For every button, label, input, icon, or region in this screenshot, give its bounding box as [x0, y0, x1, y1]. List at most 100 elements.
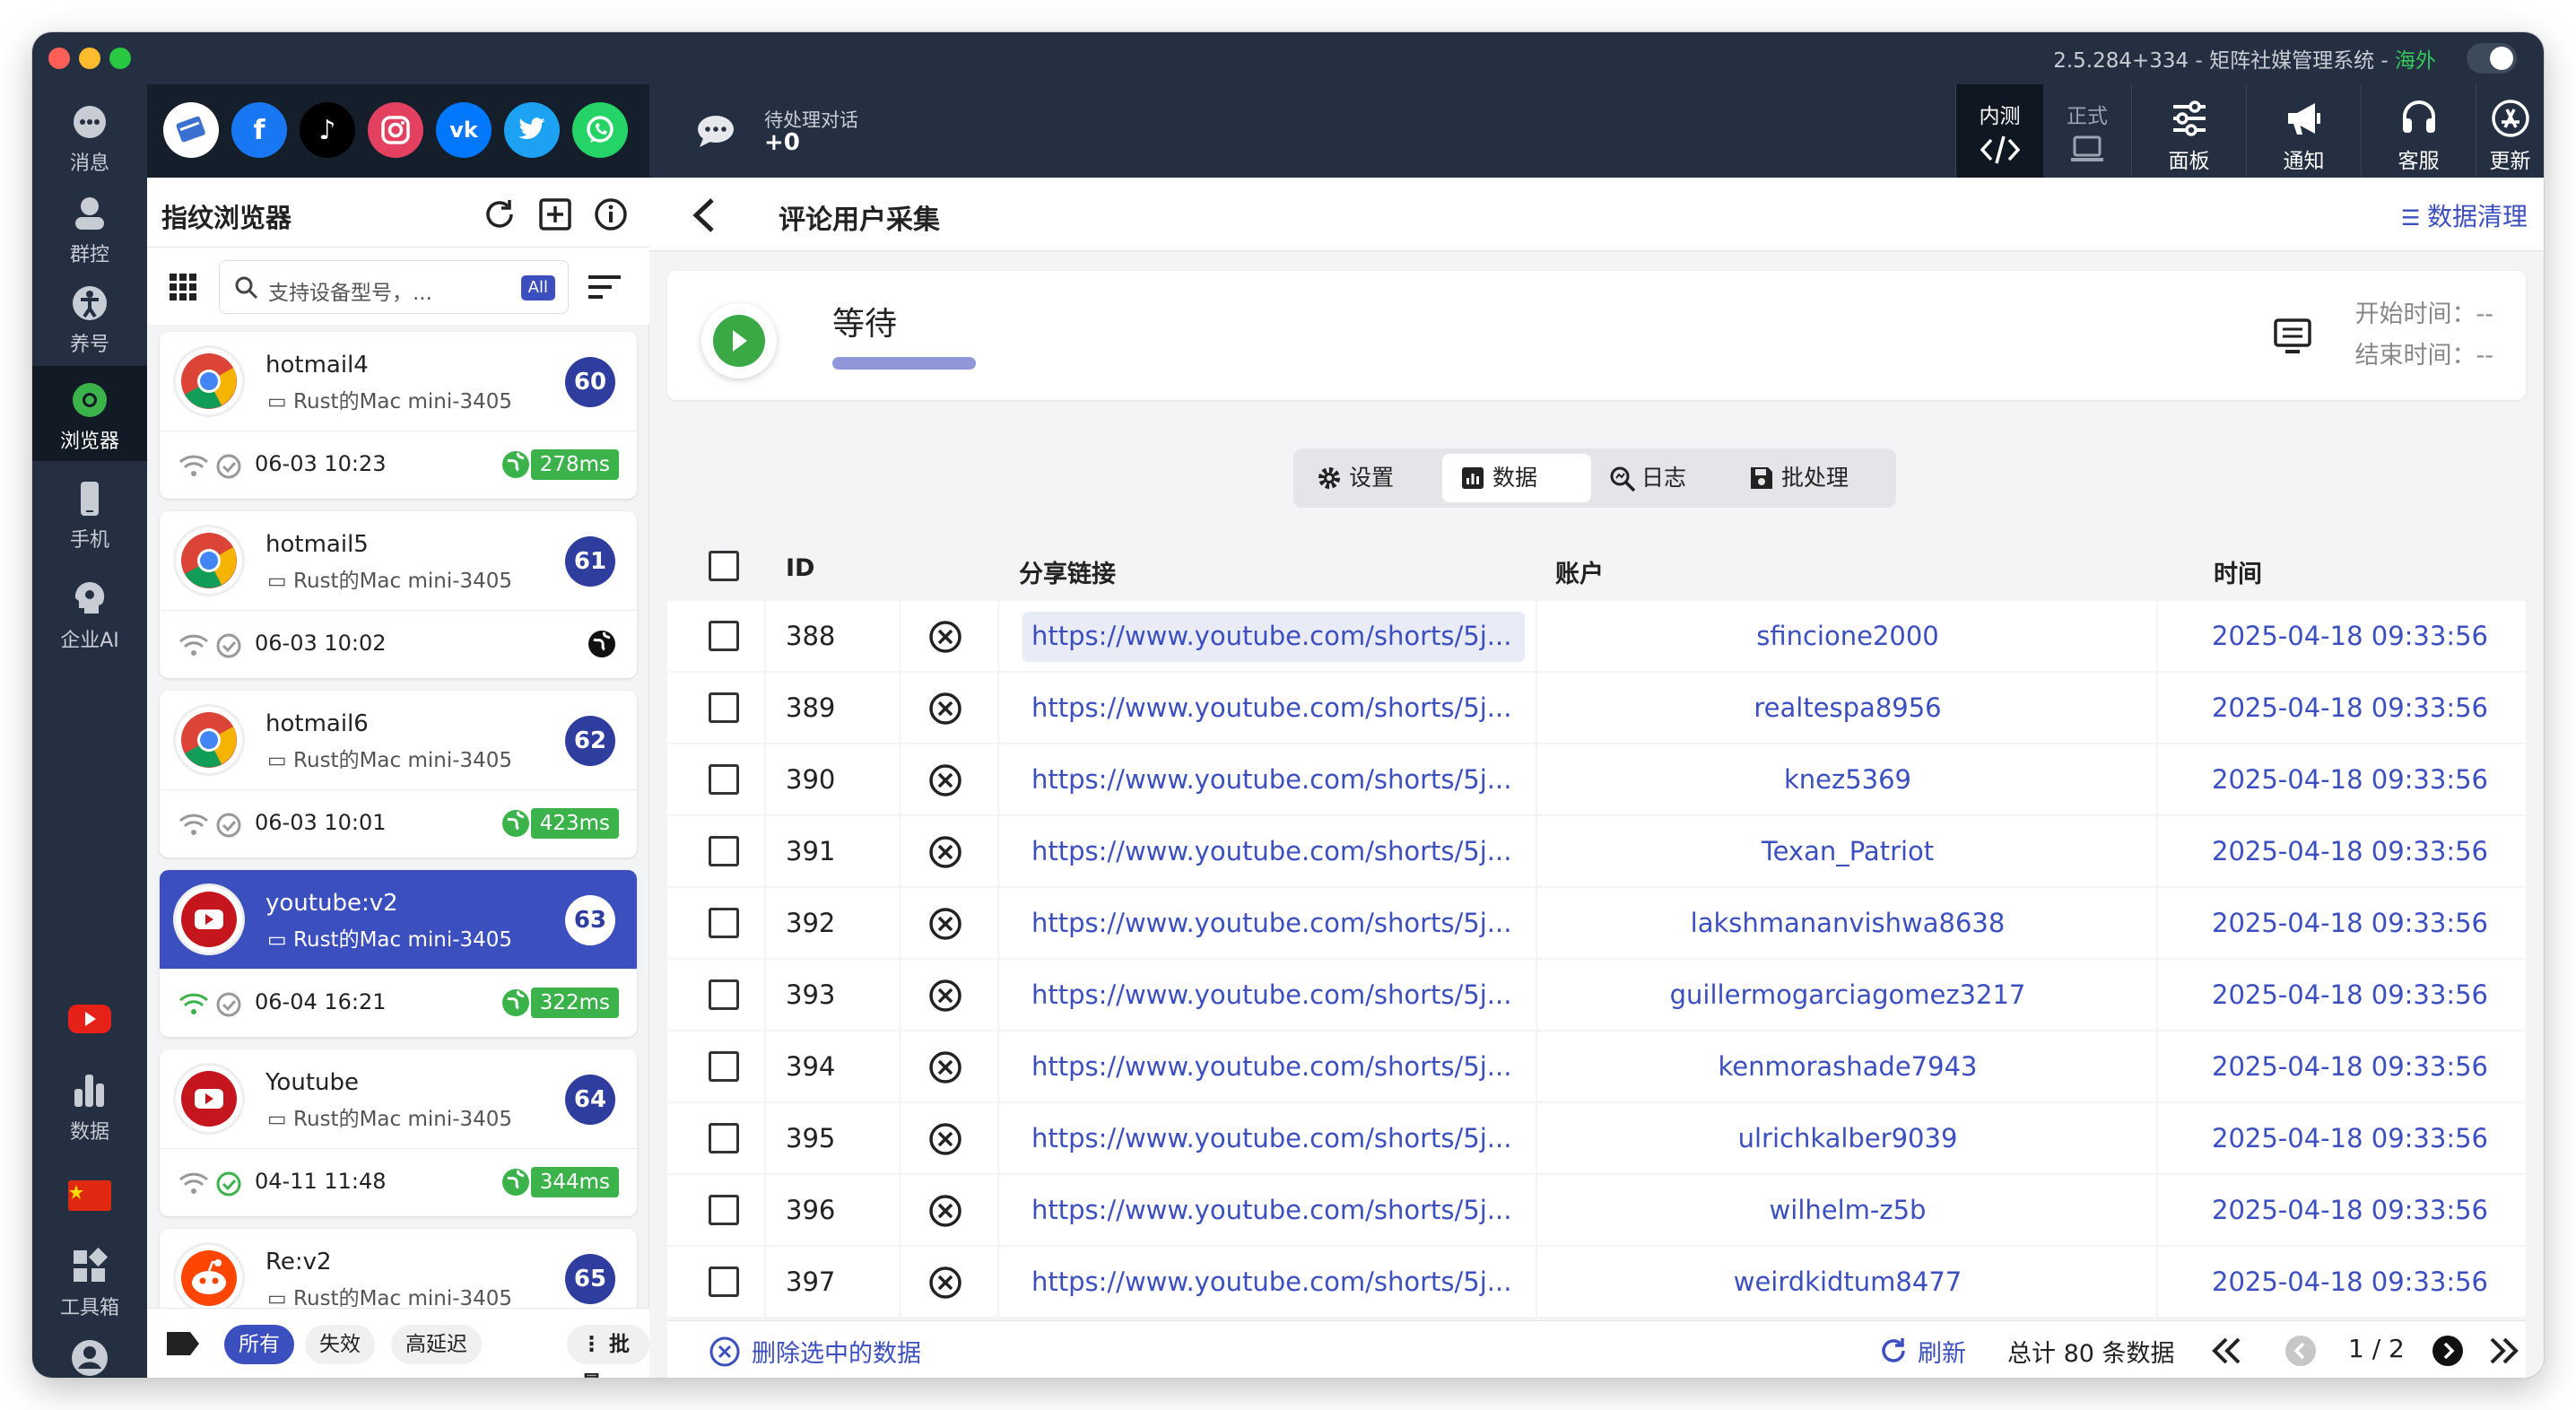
row-checkbox[interactable]: [709, 1195, 739, 1225]
tab-data[interactable]: 数据: [1442, 454, 1591, 502]
column-header-time[interactable]: 时间: [2214, 554, 2262, 589]
sidebar-item-messages[interactable]: 消息: [32, 102, 147, 176]
update-button[interactable]: 更新: [2476, 84, 2544, 178]
row-share-link[interactable]: https://www.youtube.com/shorts/5j...: [1031, 1195, 1511, 1225]
close-circle-icon[interactable]: [927, 619, 963, 655]
back-arrow-icon[interactable]: [689, 197, 721, 233]
row-checkbox[interactable]: [709, 1266, 739, 1297]
grid-icon[interactable]: [169, 273, 197, 301]
sidebar-item-toolbox[interactable]: 工具箱: [32, 1247, 147, 1320]
close-circle-icon[interactable]: [927, 762, 963, 798]
instagram-icon[interactable]: [368, 102, 423, 158]
row-checkbox[interactable]: [709, 621, 739, 651]
sidebar-item-data[interactable]: 数据: [32, 1071, 147, 1145]
table-row[interactable]: lakshmananvishwa8638 392 https://www.youtu…: [667, 888, 2526, 960]
row-share-link[interactable]: https://www.youtube.com/shorts/5j...: [1031, 908, 1511, 938]
row-share-link[interactable]: https://www.youtube.com/shorts/5j...: [1031, 1051, 1511, 1082]
whatsapp-icon[interactable]: [572, 102, 628, 158]
filter-high-latency-chip[interactable]: 高延迟: [391, 1325, 482, 1364]
sidebar-item-browser[interactable]: 浏览器: [32, 366, 147, 461]
table-row[interactable]: realtespa8956 389 https://www.youtube.com/…: [667, 673, 2526, 744]
refresh-button[interactable]: 刷新: [1918, 1334, 1966, 1369]
env-internal-button[interactable]: 内测: [1955, 84, 2043, 178]
row-account[interactable]: realtespa8956: [1537, 692, 2158, 723]
column-header-account[interactable]: 账户: [1555, 554, 1604, 589]
search-scope-badge[interactable]: All: [520, 275, 555, 300]
sidebar-item-youtube[interactable]: [32, 999, 147, 1044]
browser-platform-icon[interactable]: [163, 102, 219, 158]
first-page-icon[interactable]: [2210, 1336, 2242, 1366]
row-account[interactable]: sfincione2000: [1537, 621, 2158, 651]
last-page-icon[interactable]: [2488, 1336, 2520, 1366]
play-button[interactable]: [701, 303, 777, 379]
browser-card[interactable]: Re:v2 ▭ Rust的Mac mini-3405 65: [160, 1229, 637, 1317]
notify-button[interactable]: 通知: [2246, 84, 2361, 178]
row-account[interactable]: Texan_Patriot: [1537, 836, 2158, 866]
sort-icon[interactable]: [587, 273, 622, 301]
browser-card[interactable]: hotmail4 ▭ Rust的Mac mini-3405 60 06-03 1…: [160, 332, 637, 499]
filter-invalid-chip[interactable]: 失效: [305, 1325, 375, 1364]
sidebar-item-group-control[interactable]: 群控: [32, 194, 147, 267]
close-circle-icon[interactable]: [927, 1121, 963, 1157]
table-row[interactable]: ulrichkalber9039 395 https://www.youtube.c…: [667, 1103, 2526, 1175]
tiktok-icon[interactable]: ♪: [300, 102, 355, 158]
row-share-link[interactable]: https://www.youtube.com/shorts/5j...: [1031, 1123, 1511, 1153]
tab-batch[interactable]: 批处理: [1731, 454, 1891, 502]
delete-selected-button[interactable]: 删除选中的数据: [752, 1334, 921, 1369]
row-checkbox[interactable]: [709, 764, 739, 795]
row-checkbox[interactable]: [709, 908, 739, 938]
search-input[interactable]: 支持设备型号，... All: [219, 260, 569, 314]
sidebar-item-phone[interactable]: 手机: [32, 479, 147, 553]
minimize-window-button[interactable]: [79, 48, 100, 69]
column-header-id[interactable]: ID: [786, 554, 814, 582]
theme-toggle[interactable]: [2467, 43, 2517, 74]
close-circle-icon[interactable]: [927, 1193, 963, 1229]
row-checkbox[interactable]: [709, 1123, 739, 1153]
table-row[interactable]: knez5369 390 https://www.youtube.com/short…: [667, 744, 2526, 816]
browser-card[interactable]: hotmail5 ▭ Rust的Mac mini-3405 61 06-03 1…: [160, 511, 637, 678]
close-circle-icon[interactable]: [927, 978, 963, 1014]
env-production-button[interactable]: 正式: [2043, 84, 2131, 178]
close-circle-icon[interactable]: [927, 691, 963, 727]
close-circle-icon[interactable]: [927, 906, 963, 942]
vk-icon[interactable]: vk: [436, 102, 492, 158]
browser-card[interactable]: hotmail6 ▭ Rust的Mac mini-3405 62 06-03 1…: [160, 691, 637, 857]
tab-log[interactable]: 日志: [1591, 454, 1731, 502]
row-account[interactable]: guillermogarciagomez3217: [1537, 979, 2158, 1010]
table-row[interactable]: wilhelm-z5b 396 https://www.youtube.com/sh…: [667, 1175, 2526, 1247]
close-circle-icon[interactable]: [927, 834, 963, 870]
twitter-icon[interactable]: [504, 102, 560, 158]
tab-settings[interactable]: 设置: [1299, 454, 1442, 502]
row-account[interactable]: wilhelm-z5b: [1537, 1195, 2158, 1225]
row-checkbox[interactable]: [709, 836, 739, 866]
browser-card[interactable]: Youtube ▭ Rust的Mac mini-3405 64 04-11 11…: [160, 1049, 637, 1216]
row-share-link[interactable]: https://www.youtube.com/shorts/5j...: [1031, 836, 1511, 866]
sidebar-item-enterprise-ai[interactable]: 企业AI: [32, 579, 147, 653]
log-monitor-icon[interactable]: [2273, 318, 2312, 353]
row-share-link[interactable]: https://www.youtube.com/shorts/5j...: [1031, 764, 1511, 795]
close-circle-icon[interactable]: [927, 1049, 963, 1085]
sidebar-item-user[interactable]: 用户: [32, 1338, 147, 1378]
refresh-icon[interactable]: [483, 197, 517, 231]
row-checkbox[interactable]: [709, 979, 739, 1010]
row-share-link[interactable]: https://www.youtube.com/shorts/5j...: [1031, 692, 1511, 723]
browser-card-selected[interactable]: youtube:v2 ▭ Rust的Mac mini-3405 63 06-04…: [160, 870, 637, 1037]
close-window-button[interactable]: [48, 48, 70, 69]
facebook-icon[interactable]: f: [231, 102, 287, 158]
table-row[interactable]: Texan_Patriot 391 https://www.youtube.com/…: [667, 816, 2526, 888]
info-icon[interactable]: [594, 197, 628, 231]
filter-all-chip[interactable]: 所有: [224, 1325, 294, 1364]
row-share-link[interactable]: https://www.youtube.com/shorts/5j...: [1031, 1266, 1511, 1297]
column-header-share-link[interactable]: 分享链接: [1019, 554, 1116, 589]
row-checkbox[interactable]: [709, 692, 739, 723]
row-account[interactable]: ulrichkalber9039: [1537, 1123, 2158, 1153]
close-circle-icon[interactable]: [927, 1265, 963, 1301]
next-page-icon[interactable]: [2431, 1334, 2465, 1368]
support-button[interactable]: 客服: [2361, 84, 2476, 178]
table-row[interactable]: guillermogarciagomez3217 393 https://www.y…: [667, 960, 2526, 1031]
prev-page-icon[interactable]: [2284, 1334, 2318, 1368]
row-account[interactable]: weirdkidtum8477: [1537, 1266, 2158, 1297]
sidebar-item-language[interactable]: [32, 1180, 147, 1216]
row-account[interactable]: lakshmananvishwa8638: [1537, 908, 2158, 938]
row-share-link[interactable]: https://www.youtube.com/shorts/5j...: [1031, 979, 1511, 1010]
